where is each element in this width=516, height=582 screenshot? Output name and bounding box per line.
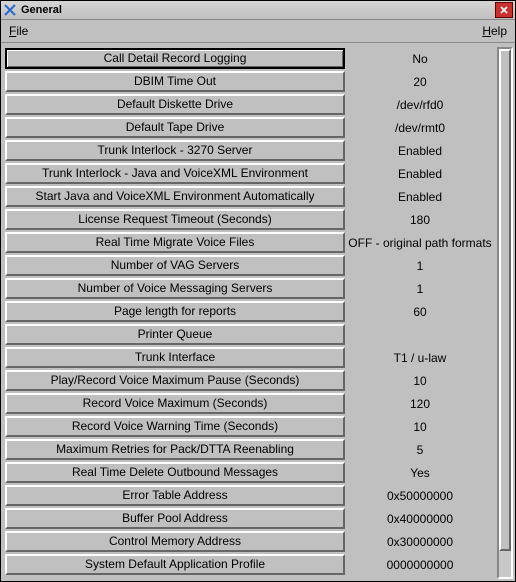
setting-row: Number of VAG Servers1 — [5, 254, 495, 277]
setting-value: /dev/rmt0 — [345, 116, 495, 139]
setting-row: Printer Queue — [5, 323, 495, 346]
setting-value: No — [345, 47, 495, 70]
setting-label-button[interactable]: Error Table Address — [5, 485, 345, 506]
setting-label-button[interactable]: Real Time Delete Outbound Messages — [5, 462, 345, 483]
setting-label-button[interactable]: Call Detail Record Logging — [5, 48, 345, 69]
setting-label-button[interactable]: System Default Application Profile — [5, 554, 345, 575]
setting-label-button[interactable]: Buffer Pool Address — [5, 508, 345, 529]
setting-row: Play/Record Voice Maximum Pause (Seconds… — [5, 369, 495, 392]
vertical-scrollbar[interactable] — [497, 47, 513, 579]
setting-row: Trunk InterfaceT1 / u-law — [5, 346, 495, 369]
setting-value: Enabled — [345, 139, 495, 162]
setting-label-button[interactable]: Number of VAG Servers — [5, 255, 345, 276]
scrollbar-thumb[interactable] — [499, 49, 511, 551]
setting-value: 0x30000000 — [345, 530, 495, 553]
setting-row: Number of Voice Messaging Servers1 — [5, 277, 495, 300]
setting-value: 0x40000000 — [345, 507, 495, 530]
menu-file[interactable]: File — [7, 22, 30, 40]
setting-label-button[interactable]: Default Tape Drive — [5, 117, 345, 138]
setting-value: 1 — [345, 254, 495, 277]
window-icon — [3, 3, 17, 17]
setting-value: 1 — [345, 277, 495, 300]
setting-row: Start Java and VoiceXML Environment Auto… — [5, 185, 495, 208]
setting-value — [345, 323, 495, 346]
setting-value: 20 — [345, 70, 495, 93]
setting-row: Trunk Interlock - Java and VoiceXML Envi… — [5, 162, 495, 185]
setting-row: Real Time Migrate Voice FilesOFF - origi… — [5, 231, 495, 254]
client-area: Call Detail Record LoggingNoDBIM Time Ou… — [1, 43, 515, 581]
setting-value: 10 — [345, 415, 495, 438]
setting-row: Call Detail Record LoggingNo — [5, 47, 495, 70]
setting-value: 10 — [345, 369, 495, 392]
setting-row: Default Tape Drive/dev/rmt0 — [5, 116, 495, 139]
setting-label-button[interactable]: Real Time Migrate Voice Files — [5, 232, 345, 253]
setting-label-button[interactable]: Control Memory Address — [5, 531, 345, 552]
setting-row: Record Voice Warning Time (Seconds)10 — [5, 415, 495, 438]
setting-row: Default Diskette Drive/dev/rfd0 — [5, 93, 495, 116]
setting-label-button[interactable]: Trunk Interface — [5, 347, 345, 368]
setting-value: 120 — [345, 392, 495, 415]
setting-value: 0000000000 — [345, 553, 495, 576]
setting-label-button[interactable]: Trunk Interlock - 3270 Server — [5, 140, 345, 161]
close-button[interactable] — [495, 2, 513, 18]
setting-label-button[interactable]: DBIM Time Out — [5, 71, 345, 92]
setting-row: Error Table Address0x50000000 — [5, 484, 495, 507]
window-title: General — [21, 4, 495, 16]
setting-row: DBIM Time Out20 — [5, 70, 495, 93]
setting-value: Yes — [345, 461, 495, 484]
setting-value: 5 — [345, 438, 495, 461]
setting-label-button[interactable]: Start Java and VoiceXML Environment Auto… — [5, 186, 345, 207]
setting-label-button[interactable]: License Request Timeout (Seconds) — [5, 209, 345, 230]
setting-label-button[interactable]: Play/Record Voice Maximum Pause (Seconds… — [5, 370, 345, 391]
setting-label-button[interactable]: Default Diskette Drive — [5, 94, 345, 115]
setting-label-button[interactable]: Trunk Interlock - Java and VoiceXML Envi… — [5, 163, 345, 184]
general-window: General File Help Call Detail Record Log… — [0, 0, 516, 582]
setting-value: 180 — [345, 208, 495, 231]
setting-label-button[interactable]: Page length for reports — [5, 301, 345, 322]
setting-row: Buffer Pool Address0x40000000 — [5, 507, 495, 530]
setting-row: Real Time Delete Outbound MessagesYes — [5, 461, 495, 484]
setting-value: Enabled — [345, 162, 495, 185]
setting-row: Record Voice Maximum (Seconds)120 — [5, 392, 495, 415]
setting-value: 0x50000000 — [345, 484, 495, 507]
setting-value: Enabled — [345, 185, 495, 208]
setting-row: License Request Timeout (Seconds)180 — [5, 208, 495, 231]
setting-row: Maximum Retries for Pack/DTTA Reenabling… — [5, 438, 495, 461]
setting-value: T1 / u-law — [345, 346, 495, 369]
setting-value: /dev/rfd0 — [345, 93, 495, 116]
setting-row: Control Memory Address0x30000000 — [5, 530, 495, 553]
menubar: File Help — [1, 20, 515, 43]
setting-row: Page length for reports60 — [5, 300, 495, 323]
setting-row: Trunk Interlock - 3270 ServerEnabled — [5, 139, 495, 162]
setting-value: 60 — [345, 300, 495, 323]
setting-label-button[interactable]: Record Voice Warning Time (Seconds) — [5, 416, 345, 437]
close-icon — [500, 6, 508, 14]
titlebar: General — [1, 1, 515, 20]
settings-list: Call Detail Record LoggingNoDBIM Time Ou… — [5, 47, 495, 579]
menu-help[interactable]: Help — [480, 22, 509, 40]
setting-label-button[interactable]: Printer Queue — [5, 324, 345, 345]
setting-value: OFF - original path formats — [345, 231, 495, 254]
setting-label-button[interactable]: Number of Voice Messaging Servers — [5, 278, 345, 299]
setting-label-button[interactable]: Record Voice Maximum (Seconds) — [5, 393, 345, 414]
setting-label-button[interactable]: Maximum Retries for Pack/DTTA Reenabling — [5, 439, 345, 460]
setting-row: System Default Application Profile000000… — [5, 553, 495, 576]
